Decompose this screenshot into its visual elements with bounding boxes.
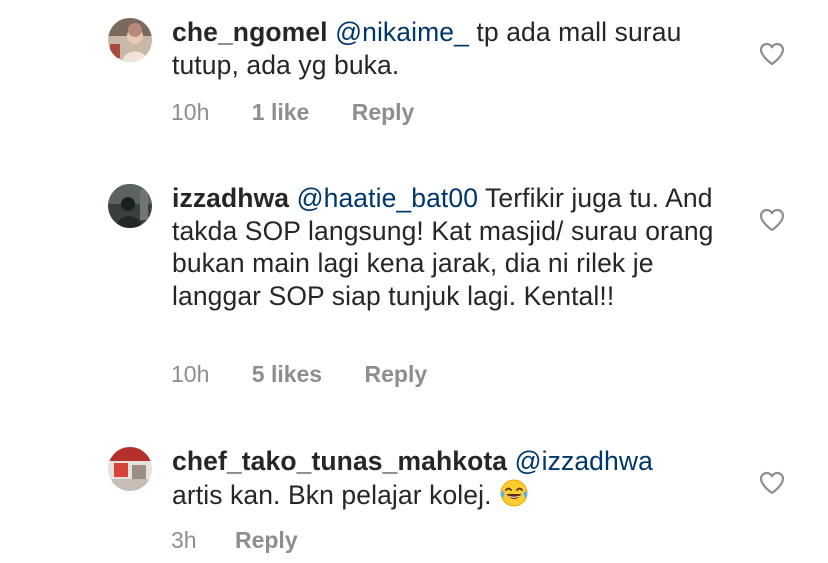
comment-username[interactable]: chef_tako_tunas_mahkota — [172, 446, 507, 476]
heart-outline-icon[interactable] — [759, 42, 785, 66]
comment-meta: 3h Reply — [171, 527, 298, 554]
reply-button[interactable]: Reply — [235, 527, 298, 554]
comment-timestamp: 10h — [171, 99, 210, 125]
comment-likes-count[interactable]: 5 likes — [252, 361, 322, 388]
comment-item: che_ngomel @nikaime_ tp ada mall surau t… — [0, 0, 828, 150]
avatar[interactable] — [108, 447, 152, 491]
comment-item: izzadhwa @haatie_bat00 Terfikir juga tu.… — [0, 150, 828, 420]
comment-timestamp: 10h — [171, 361, 210, 387]
comment-meta: 10h 5 likes Reply — [171, 361, 427, 388]
comment-mention[interactable]: @haatie_bat00 — [297, 183, 478, 213]
user-avatar-icon — [108, 447, 152, 491]
heart-outline-icon[interactable] — [759, 208, 785, 232]
avatar[interactable] — [108, 18, 152, 62]
comment-mention[interactable]: @izzadhwa — [515, 446, 653, 476]
comment-username[interactable]: izzadhwa — [172, 183, 289, 213]
heart-outline-icon[interactable] — [759, 471, 785, 495]
comment-timestamp: 3h — [171, 527, 197, 553]
comment-text: izzadhwa @haatie_bat00 Terfikir juga tu.… — [172, 182, 742, 312]
comment-mention[interactable]: @nikaime_ — [335, 17, 469, 47]
comment-text: chef_tako_tunas_mahkota @izzadhwa artis … — [172, 445, 732, 511]
reply-button[interactable]: Reply — [352, 99, 415, 126]
comment-item: chef_tako_tunas_mahkota @izzadhwa artis … — [0, 420, 828, 563]
comment-body: artis kan. Bkn pelajar kolej. — [172, 479, 500, 510]
comment-likes-count[interactable]: 1 like — [252, 99, 310, 126]
reply-button[interactable]: Reply — [365, 361, 428, 388]
comment-meta: 10h 1 like Reply — [171, 99, 414, 126]
tears-of-joy-emoji-icon — [500, 479, 528, 506]
comment-text: che_ngomel @nikaime_ tp ada mall surau t… — [172, 16, 732, 81]
user-avatar-icon — [108, 18, 152, 62]
user-avatar-icon — [108, 184, 152, 228]
comment-username[interactable]: che_ngomel — [172, 17, 328, 47]
avatar[interactable] — [108, 184, 152, 228]
